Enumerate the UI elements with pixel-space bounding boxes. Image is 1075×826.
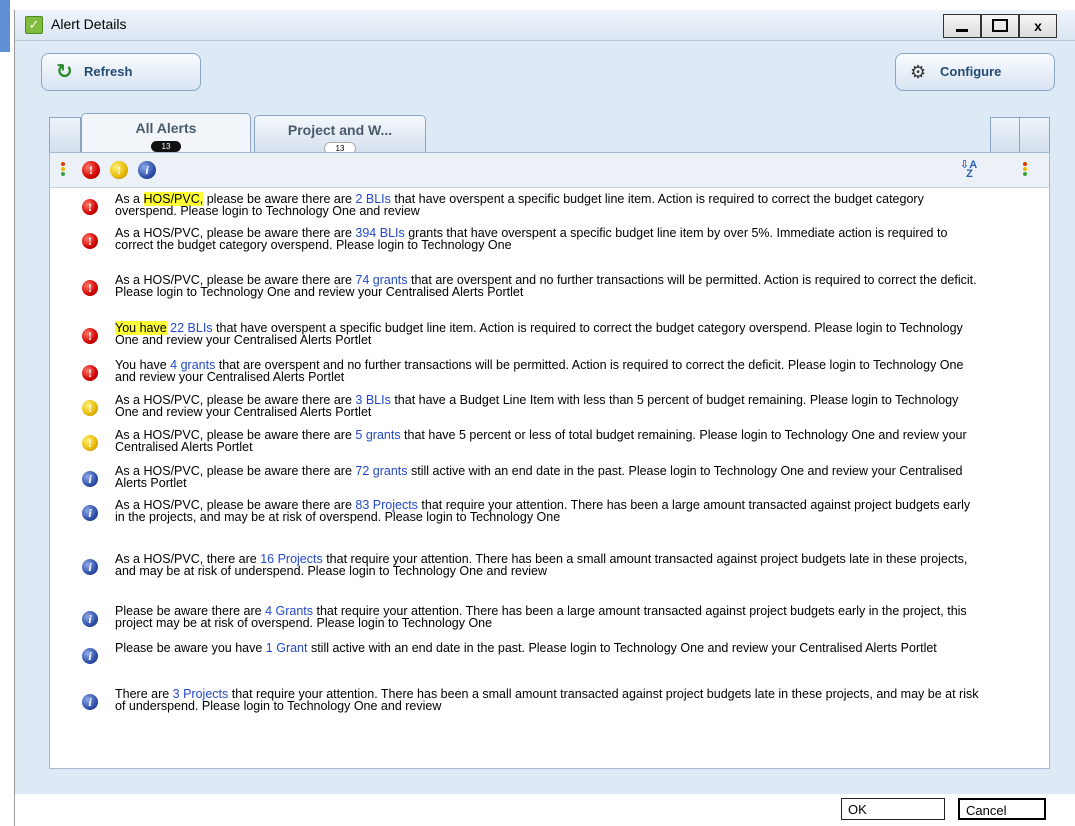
configure-label: Configure: [940, 64, 1002, 79]
alert-message: As a HOS/PVC, there are 16 Projects that…: [115, 553, 983, 578]
tab-all-alerts[interactable]: All Alerts 13: [81, 113, 251, 152]
gear-icon: ⚙: [910, 62, 927, 82]
minimize-icon: [956, 29, 968, 32]
maximize-button[interactable]: [981, 14, 1019, 38]
alert-message: You have 4 grants that are overspent and…: [115, 358, 983, 384]
tab-scroll-left[interactable]: [49, 117, 81, 152]
alert-message: You have 22 BLIs that have overspent a s…: [115, 321, 983, 347]
filter-toolbar: ! ! i ⇩A Z: [50, 153, 1049, 188]
critical-alert-icon: !: [82, 233, 98, 249]
tab-list-menu[interactable]: [1019, 117, 1050, 152]
alert-text-segment: still active with an end date in the pas…: [307, 641, 937, 655]
alert-message: There are 3 Projects that require your a…: [115, 687, 983, 713]
alert-details-window: ✓ Alert Details x ↻ Refresh ⚙ Configure …: [14, 10, 1075, 826]
critical-filter-icon[interactable]: !: [82, 161, 100, 179]
info-alert-icon: i: [82, 505, 98, 521]
alert-message: Please be aware you have 1 Grant still a…: [115, 641, 983, 655]
critical-alert-icon: !: [82, 280, 98, 296]
alert-message: As a HOS/PVC, please be aware there are …: [115, 274, 983, 299]
alert-message: As a HOS/PVC, please be aware there are …: [115, 499, 983, 524]
info-alert-icon: i: [82, 694, 98, 710]
refresh-icon: ↻: [56, 61, 73, 83]
title-bar: ✓ Alert Details x: [15, 10, 1075, 41]
info-filter-icon[interactable]: i: [138, 161, 156, 179]
tab-count-badge: 13: [151, 141, 181, 152]
alert-text-segment: that are overspent and no further transa…: [115, 358, 964, 384]
critical-alert-icon: !: [82, 365, 98, 381]
sort-az-icon[interactable]: ⇩A Z: [960, 160, 977, 180]
info-alert-icon: i: [82, 559, 98, 575]
refresh-label: Refresh: [84, 64, 133, 79]
alert-text-segment: that have overspent a specific budget li…: [115, 321, 963, 347]
alert-link[interactable]: 1 Grant: [266, 641, 308, 655]
configure-button[interactable]: ⚙ Configure: [895, 53, 1055, 91]
alert-message: As a HOS/PVC, please be aware there are …: [115, 464, 983, 490]
critical-alert-icon: !: [82, 328, 98, 344]
tab-label: All Alerts: [135, 120, 197, 136]
info-alert-icon: i: [82, 648, 98, 664]
alert-message: Please be aware there are 4 Grants that …: [115, 605, 983, 630]
alert-text-segment: that require your attention. There has b…: [115, 687, 979, 713]
alert-link[interactable]: 5 grants: [355, 428, 400, 442]
priority-filter-icon[interactable]: [60, 161, 66, 179]
minimize-button[interactable]: [943, 14, 981, 38]
warning-alert-icon: !: [82, 400, 98, 416]
alert-message: As a HOS/PVC, please be aware there are …: [115, 227, 983, 252]
maximize-icon: [992, 19, 1008, 33]
critical-alert-icon: !: [82, 199, 98, 215]
alert-link[interactable]: 72 grants: [355, 464, 407, 478]
background-strip: [0, 0, 10, 826]
window-title: Alert Details: [51, 16, 127, 32]
info-alert-icon: i: [82, 471, 98, 487]
dialog-body: ↻ Refresh ⚙ Configure All Alerts 13 Proj…: [15, 41, 1075, 794]
priority-sort-icon[interactable]: [1022, 161, 1028, 179]
warning-alert-icon: !: [82, 435, 98, 451]
tab-label: Project and W...: [287, 122, 393, 138]
close-button[interactable]: x: [1019, 14, 1057, 38]
warning-filter-icon[interactable]: !: [110, 161, 128, 179]
alert-message: As a HOS/PVC, please be aware there are …: [115, 192, 983, 217]
alert-message: As a HOS/PVC, please be aware there are …: [115, 428, 983, 454]
tab-scroll-right[interactable]: [990, 117, 1020, 152]
tab-project-and-w[interactable]: Project and W... 13: [254, 115, 426, 155]
alert-message: As a HOS/PVC, please be aware there are …: [115, 394, 983, 419]
app-check-icon: ✓: [25, 16, 43, 34]
alerts-panel: ! ! i ⇩A Z ! As a HOS/PVC, please be awar…: [49, 152, 1050, 769]
cancel-button[interactable]: Cancel: [958, 798, 1046, 820]
alert-text-segment: Please be aware you have: [115, 641, 266, 655]
refresh-button[interactable]: ↻ Refresh: [41, 53, 201, 91]
ok-button[interactable]: OK: [841, 798, 945, 820]
info-alert-icon: i: [82, 611, 98, 627]
